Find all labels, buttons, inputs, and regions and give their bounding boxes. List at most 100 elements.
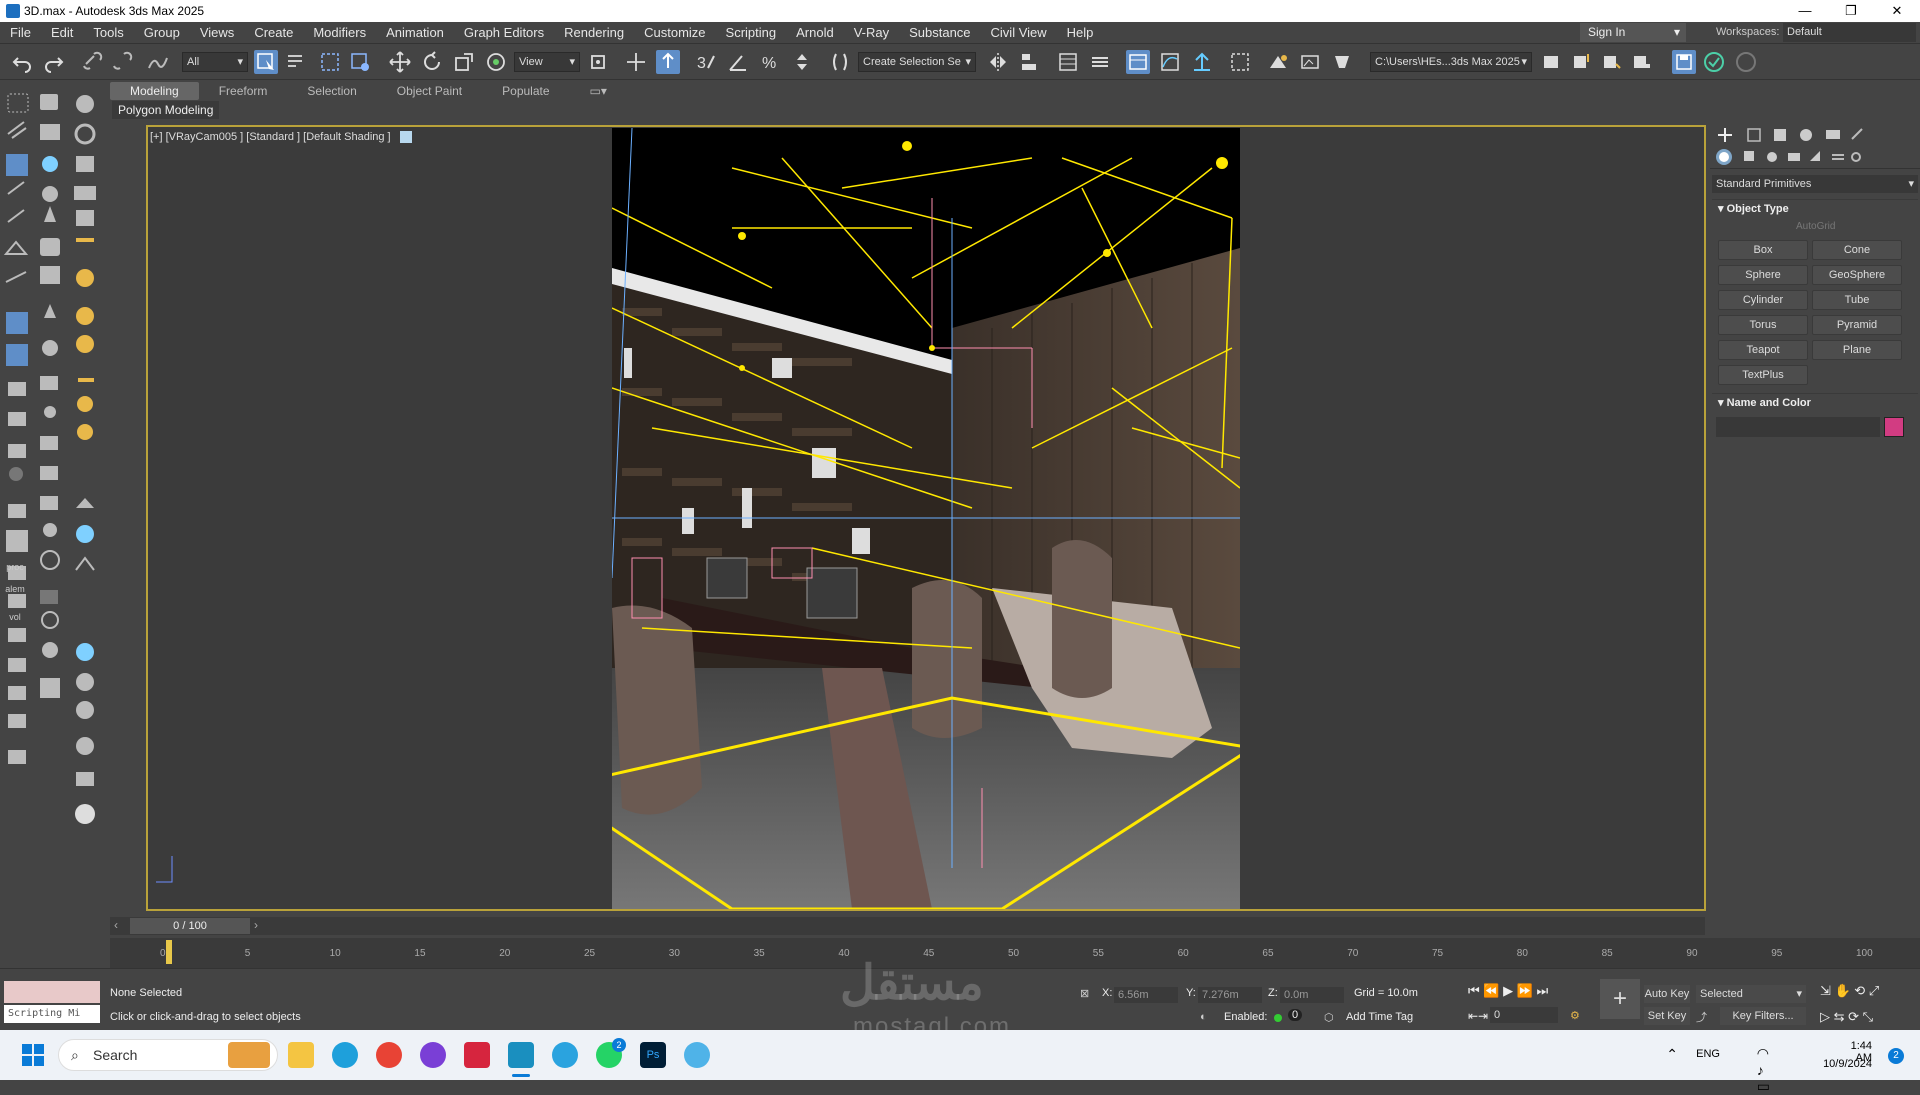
viewport-navigation-controls-2[interactable]: ▷ ⇆ ⟳ ⤡: [1820, 1009, 1873, 1025]
tab-object-paint[interactable]: Object Paint: [377, 82, 482, 100]
time-slider-thumb[interactable]: 0 / 100: [130, 918, 250, 934]
tab-modeling[interactable]: Modeling: [110, 82, 199, 100]
link-icon[interactable]: [80, 50, 104, 74]
object-name-input[interactable]: [1716, 417, 1880, 437]
z-coordinate[interactable]: 0.0m: [1280, 987, 1344, 1003]
menu-civil-view[interactable]: Civil View: [981, 25, 1057, 40]
save-icon[interactable]: [1570, 50, 1594, 74]
chrome-icon[interactable]: [376, 1042, 402, 1068]
keyboard-shortcut-toggle-icon[interactable]: [656, 50, 680, 74]
viewport-navigation-controls[interactable]: ⇲ ✋ ⟲ ⤢: [1820, 983, 1879, 999]
rotate-icon[interactable]: [420, 50, 444, 74]
menu-group[interactable]: Group: [134, 25, 190, 40]
file-explorer-icon[interactable]: [288, 1042, 314, 1068]
cylinder-button[interactable]: Cylinder: [1718, 290, 1808, 310]
menu-file[interactable]: File: [0, 25, 41, 40]
geosphere-button[interactable]: GeoSphere: [1812, 265, 1902, 285]
autogrid-checkbox[interactable]: AutoGrid: [1712, 217, 1918, 236]
placement-icon[interactable]: [484, 50, 508, 74]
cone-button[interactable]: Cone: [1812, 240, 1902, 260]
menu-arnold[interactable]: Arnold: [786, 25, 844, 40]
clock-date[interactable]: 10/9/2024: [1823, 1058, 1872, 1070]
photoshop-icon[interactable]: Ps: [640, 1042, 666, 1068]
set-key-button[interactable]: Set Key: [1644, 1007, 1690, 1025]
torus-button[interactable]: Torus: [1718, 315, 1808, 335]
spinner-snap-icon[interactable]: [790, 50, 814, 74]
menu-create[interactable]: Create: [244, 25, 303, 40]
menu-help[interactable]: Help: [1057, 25, 1104, 40]
camera-render-preview[interactable]: [612, 128, 1240, 909]
unlink-icon[interactable]: [110, 50, 134, 74]
primitive-category-select[interactable]: Standard Primitives ▾: [1712, 175, 1918, 193]
network-volume-battery-icons[interactable]: ◠ ♪ ▭: [1757, 1045, 1770, 1095]
bind-space-warp-icon[interactable]: [146, 50, 170, 74]
project-folder-select[interactable]: C:\Users\HEs...3ds Max 2025 ▾: [1370, 52, 1532, 72]
autocad-icon[interactable]: [464, 1042, 490, 1068]
tube-button[interactable]: Tube: [1812, 290, 1902, 310]
box-button[interactable]: Box: [1718, 240, 1808, 260]
default-in-out-tangent-icon[interactable]: ⤴: [1696, 1009, 1707, 1025]
menu-modifiers[interactable]: Modifiers: [303, 25, 376, 40]
3ds-max-icon[interactable]: [508, 1042, 534, 1068]
current-frame-marker[interactable]: [166, 940, 172, 964]
angle-snap-icon[interactable]: [726, 50, 750, 74]
name-and-color-header[interactable]: ▾ Name and Color: [1712, 393, 1918, 411]
minimize-button[interactable]: —: [1782, 0, 1828, 22]
named-selection-set-select[interactable]: Create Selection Se ▾: [858, 52, 976, 72]
edge-icon[interactable]: [332, 1042, 358, 1068]
time-configuration-icon[interactable]: ⚙: [1570, 1009, 1580, 1022]
redo-icon[interactable]: [42, 50, 66, 74]
close-button[interactable]: ✕: [1874, 0, 1920, 22]
mirror-icon[interactable]: [986, 50, 1010, 74]
menu-rendering[interactable]: Rendering: [554, 25, 634, 40]
help-icon[interactable]: [1734, 50, 1758, 74]
select-and-manipulate-icon[interactable]: [624, 50, 648, 74]
language-indicator[interactable]: ENG: [1696, 1048, 1720, 1060]
pyramid-button[interactable]: Pyramid: [1812, 315, 1902, 335]
project-settings-icon[interactable]: [1630, 50, 1654, 74]
schematic-view-icon[interactable]: [1190, 50, 1214, 74]
key-filters-button[interactable]: Key Filters...: [1720, 1007, 1806, 1025]
textplus-button[interactable]: TextPlus: [1718, 365, 1808, 385]
menu-scripting[interactable]: Scripting: [716, 25, 787, 40]
teapot-button[interactable]: Teapot: [1718, 340, 1808, 360]
viewport-layout-icon[interactable]: [399, 131, 412, 144]
object-color-swatch[interactable]: [1884, 417, 1904, 437]
material-editor-icon[interactable]: [1228, 50, 1252, 74]
rendered-frame-window-icon[interactable]: [1298, 50, 1322, 74]
left-toolbar-icons[interactable]: [0, 82, 141, 902]
time-slider-next-icon[interactable]: ›: [254, 918, 258, 932]
search-highlight-icon[interactable]: [228, 1042, 270, 1068]
notification-badge[interactable]: 2: [1888, 1048, 1904, 1064]
menu-views[interactable]: Views: [190, 25, 244, 40]
app-icon[interactable]: [684, 1042, 710, 1068]
select-by-name-icon[interactable]: [284, 50, 308, 74]
save-scene-icon[interactable]: [1672, 50, 1696, 74]
tab-selection[interactable]: Selection: [287, 82, 376, 100]
undo-icon[interactable]: [10, 50, 34, 74]
tab-populate[interactable]: Populate: [482, 82, 569, 100]
maximize-button[interactable]: ❐: [1828, 0, 1874, 22]
layer-explorer-icon[interactable]: [1088, 50, 1112, 74]
snaps-toggle-icon[interactable]: 3: [694, 50, 718, 74]
menu-graph-editors[interactable]: Graph Editors: [454, 25, 554, 40]
menu-animation[interactable]: Animation: [376, 25, 454, 40]
workspace-select[interactable]: Default: [1783, 23, 1916, 42]
plane-button[interactable]: Plane: [1812, 340, 1902, 360]
playback-controls[interactable]: ⏮ ⏪ ▶ ⏩ ⏭: [1468, 983, 1548, 999]
rectangular-selection-icon[interactable]: [318, 50, 342, 74]
track-bar[interactable]: 0 5 10 15 20 25 30 35 40 45 50 55 60 65 70 75 80 85 90 95 10…: [110, 938, 1920, 968]
windows-start-icon[interactable]: [22, 1044, 44, 1066]
menu-customize[interactable]: Customize: [634, 25, 715, 40]
time-slider[interactable]: ‹ 0 / 100 ›: [110, 917, 1705, 935]
object-type-header[interactable]: ▾ Object Type: [1712, 199, 1918, 217]
edit-named-selection-icon[interactable]: [828, 50, 852, 74]
render-production-icon[interactable]: [1330, 50, 1354, 74]
menu-substance[interactable]: Substance: [899, 25, 980, 40]
menu-vray[interactable]: V-Ray: [844, 25, 899, 40]
menu-edit[interactable]: Edit: [41, 25, 83, 40]
key-mode-toggle-icon[interactable]: ⇤⇥: [1468, 1009, 1488, 1023]
viewport-label[interactable]: [+] [VRayCam005 ] [Standard ] [Default S…: [150, 131, 412, 144]
scale-icon[interactable]: [452, 50, 476, 74]
set-key-large-icon[interactable]: +: [1600, 979, 1640, 1019]
